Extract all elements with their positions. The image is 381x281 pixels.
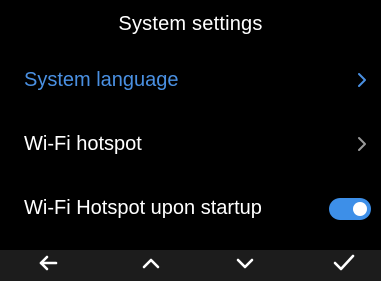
menu-item-label: Wi-Fi Hotspot upon startup [24,196,262,219]
arrow-left-icon [36,251,60,280]
menu-item-label: System language [24,68,179,91]
chevron-down-icon [233,251,257,280]
chevron-up-icon [139,251,163,280]
chevron-right-icon [353,135,371,153]
hotspot-startup-toggle[interactable] [329,198,371,220]
bottom-navigation-bar [0,250,381,281]
toggle-knob [353,202,367,216]
back-button[interactable] [24,250,72,281]
down-button[interactable] [221,250,269,281]
menu-item-system-language[interactable]: System language [0,48,381,112]
confirm-button[interactable] [320,250,368,281]
up-button[interactable] [127,250,175,281]
chevron-right-icon [353,71,371,89]
header: System settings [0,0,381,48]
settings-menu: System language Wi-Fi hotspot Wi-Fi Hots… [0,48,381,240]
page-title: System settings [118,12,263,35]
menu-item-wifi-hotspot-startup: Wi-Fi Hotspot upon startup [0,176,381,240]
menu-item-label: Wi-Fi hotspot [24,132,142,155]
checkmark-icon [331,251,357,280]
menu-item-wifi-hotspot[interactable]: Wi-Fi hotspot [0,112,381,176]
